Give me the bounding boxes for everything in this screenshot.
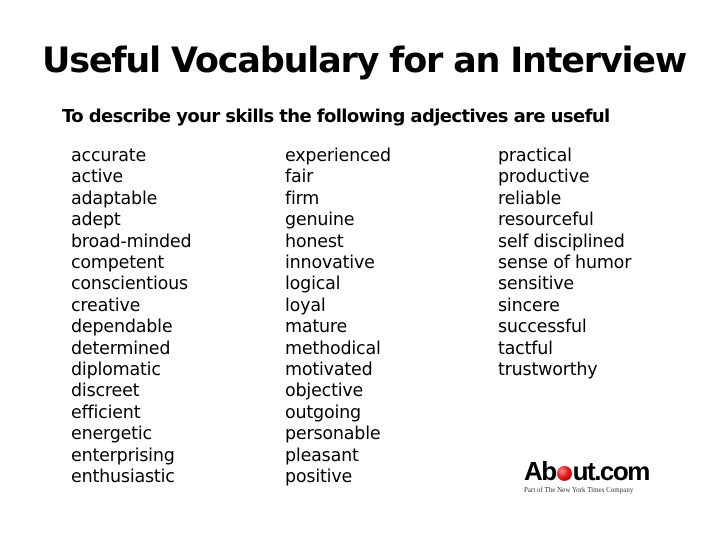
adjective-item: productive [498,167,590,188]
adjective-item: determined [71,338,171,359]
adjective-item: experienced [285,146,391,166]
logo-text-start: Ab [524,456,557,486]
adjective-item: reliable [498,188,562,209]
adjective-item: fair [285,167,314,188]
adjective-item: sincere [498,295,560,316]
adjective-column-1: accurate active adaptable adept broad-minded… [71,146,192,489]
adjective-item: adaptable [71,188,158,209]
adjective-item: methodical [285,338,381,359]
adjective-item: successful [498,317,587,338]
adjective-item: self disciplined [498,231,625,252]
adjective-item: sensitive [498,274,575,295]
adjective-item: logical [285,274,341,295]
adjective-item: adept [71,210,121,231]
adjective-item: personable [285,424,381,445]
adjective-item: enterprising [71,445,175,466]
subtitle: To describe your skills the following ad… [62,106,610,127]
about-com-logo: Ab ut.com Part of The New York Times Com… [524,458,654,494]
adjective-item: firm [285,188,320,209]
adjective-item: diplomatic [71,360,161,381]
adjective-item: tactful [498,338,553,359]
adjective-item: discreet [71,381,140,402]
adjective-item: sense of humor [498,253,632,274]
adjective-item: resourceful [498,210,594,231]
adjective-item: efficient [71,402,141,423]
adjective-item: outgoing [285,402,361,423]
adjective-item: energetic [71,424,152,445]
adjective-item: loyal [285,295,326,316]
adjective-item: enthusiastic [71,467,175,488]
adjective-item: mature [285,317,348,338]
adjective-item: active [71,167,123,188]
adjective-item: creative [71,295,141,316]
adjective-column-2: experienced fair firm genuine honest innovati… [285,146,391,489]
logo-text-end: ut.com [572,456,651,486]
adjective-item: broad-minded [71,231,192,252]
adjective-item: conscientious [71,274,188,295]
adjective-item: positive [285,467,353,488]
logo-tagline: Part of The New York Times Company [524,486,634,494]
adjective-item: accurate [71,146,147,166]
adjective-item: practical [498,146,572,166]
adjective-item: motivated [285,360,373,381]
adjective-item: honest [285,231,344,252]
adjective-item: dependable [71,317,173,338]
adjective-item: objective [285,381,364,402]
adjective-item: trustworthy [498,360,598,381]
adjective-item: genuine [285,210,355,231]
adjective-item: competent [71,253,165,274]
page-title: Useful Vocabulary for an Interview [42,41,687,81]
red-ball-icon [556,466,572,481]
adjective-item: innovative [285,253,375,274]
adjective-column-3: practical productive reliable resourceful se… [498,146,631,381]
adjective-item: pleasant [285,445,359,466]
logo-wordmark: Ab ut.com [524,458,654,484]
